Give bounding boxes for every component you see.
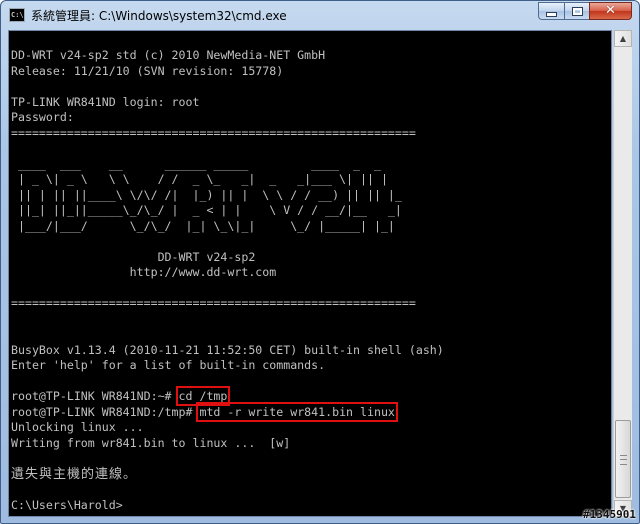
- cmd-app-icon[interactable]: C:\: [9, 8, 25, 22]
- console-line: Password:: [11, 110, 74, 124]
- console-line: Writing from wr841.bin to linux ... [w]: [11, 435, 291, 450]
- ascii-art-line: |___/|___/ \_/\_/ |_| \_\|_| \_/ |_____|…: [11, 218, 395, 233]
- maximize-button[interactable]: [564, 2, 589, 20]
- console-line: Unlocking linux ...: [11, 420, 144, 434]
- close-icon: ✕: [605, 3, 616, 18]
- minimize-button[interactable]: [538, 2, 564, 20]
- vertical-scrollbar[interactable]: ▲ ▼: [613, 30, 632, 517]
- console-line-cmd-mtd: root@TP-LINK WR841ND:/tmp# mtd -r write …: [11, 401, 444, 422]
- console-lines: DD-WRT v24-sp2 std (c) 2010 NewMedia-NET…: [11, 48, 444, 513]
- maximize-icon: [571, 6, 583, 16]
- ascii-art-line: ||_| ||_||_____\_/\_/ | _ < | | \ V / / …: [11, 203, 402, 217]
- console-line-cmd-cd: root@TP-LINK WR841ND:~# cd /tmp: [11, 386, 444, 406]
- console-line: BusyBox v1.13.4 (2010-11-21 11:52:50 CET…: [11, 342, 444, 357]
- console-line: DD-WRT v24-sp2 std (c) 2010 NewMedia-NET…: [11, 48, 326, 62]
- console-line: Enter 'help' for a list of built-in comm…: [11, 358, 326, 372]
- console-line: TP-LINK WR841ND login: root: [11, 94, 200, 109]
- arrow-up-icon: ▲: [619, 34, 627, 43]
- highlighted-command-cd: cd /tmp: [175, 386, 231, 406]
- scrollbar-thumb[interactable]: [615, 420, 631, 498]
- console-line: http://www.dd-wrt.com: [11, 265, 277, 279]
- shell-prompt: root@TP-LINK WR841ND:/tmp#: [11, 404, 200, 419]
- ascii-art-line: | _ \| _ \ \ \ / / _ \_ _| _ _|___ \| ||…: [11, 172, 388, 186]
- grip-icon: [620, 455, 627, 465]
- connection-lost-message: 遺失與主機的連線。: [11, 466, 138, 482]
- window-controls: ✕: [538, 2, 632, 21]
- console-line: Release: 11/21/10 (SVN revision: 15778): [11, 63, 284, 78]
- highlighted-command-mtd: mtd -r write wr841.bin linux: [196, 401, 398, 422]
- console-output[interactable]: DD-WRT v24-sp2 std (c) 2010 NewMedia-NET…: [8, 30, 612, 517]
- console-line: ========================================…: [11, 125, 416, 140]
- window-title: 系統管理員: C:\Windows\system32\cmd.exe: [31, 9, 287, 23]
- console-line: ========================================…: [11, 296, 416, 310]
- console-line: DD-WRT v24-sp2: [11, 249, 256, 264]
- image-watermark: #1345901: [583, 508, 636, 521]
- ascii-art-line: || | || ||____\ \/\/ /| |_) || | \ \ / /…: [11, 187, 402, 202]
- shell-prompt: root@TP-LINK WR841ND:~#: [11, 389, 179, 403]
- cmd-window: C:\ 系統管理員: C:\Windows\system32\cmd.exe ✕…: [0, 0, 640, 524]
- windows-prompt: C:\Users\Harold>: [11, 497, 123, 512]
- scroll-up-button[interactable]: ▲: [614, 30, 632, 47]
- close-button[interactable]: ✕: [589, 2, 632, 20]
- ascii-art-line: ____ ___ __ ______ _____ ____ _ _: [11, 156, 388, 171]
- title-bar[interactable]: C:\ 系統管理員: C:\Windows\system32\cmd.exe ✕: [1, 1, 639, 29]
- minimize-icon: [546, 11, 557, 17]
